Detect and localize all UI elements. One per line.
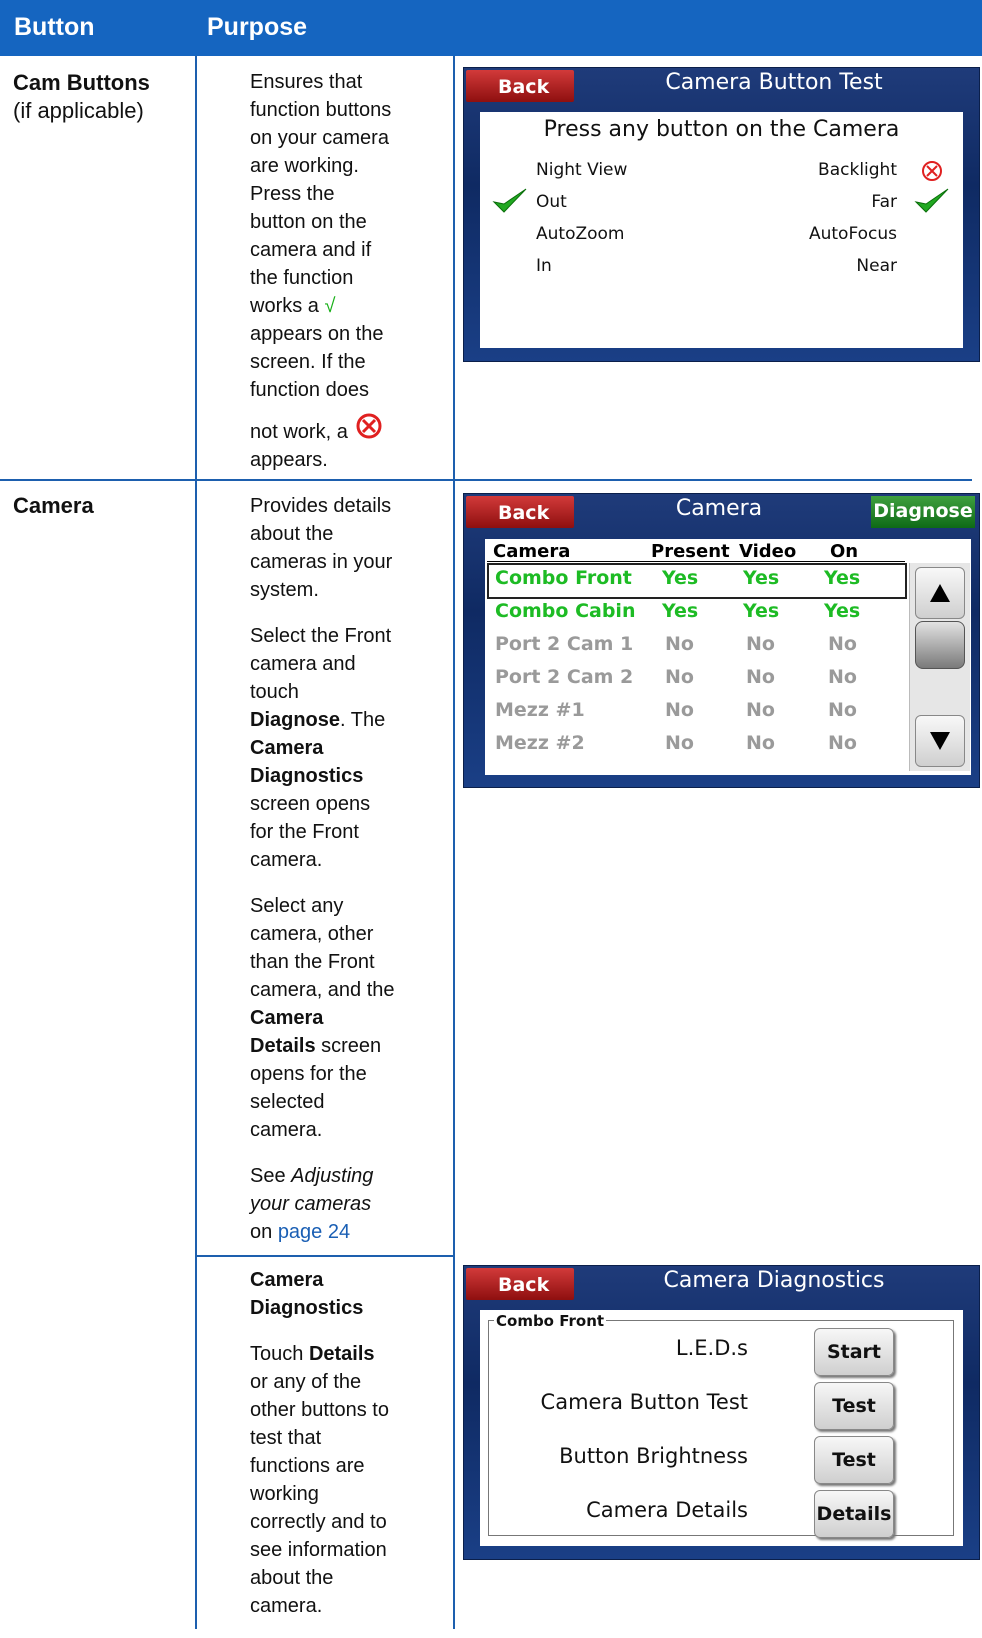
item-label: Camera Button Test: [540, 1390, 748, 1414]
screen-title: Camera: [675, 496, 763, 521]
camera-diagnostics-screen: Back Camera Diagnostics Combo Front L.E.…: [463, 1265, 980, 1560]
line: not work, a: [250, 412, 450, 446]
camera-button-test-screen: Back Camera Button Test Press any button…: [463, 67, 980, 362]
line: function does: [250, 379, 369, 401]
camera-list-screen: Back Camera Diagnose Camera Present Vide…: [463, 493, 980, 788]
button-test-panel: Press any button on the Camera Night Vie…: [480, 112, 963, 348]
col-camera: Camera: [493, 541, 571, 562]
line: Ensures that: [250, 71, 363, 93]
button-brightness-test-button[interactable]: Test: [814, 1436, 894, 1484]
item-backlight: Backlight: [818, 160, 897, 180]
line: screen. If the: [250, 351, 366, 373]
line: Provides details: [250, 495, 392, 517]
line: appears.: [250, 449, 328, 471]
item-autozoom: AutoZoom: [536, 224, 625, 244]
line: camera and if: [250, 239, 372, 261]
col-present: Present: [651, 541, 730, 562]
row1-purpose: Ensures that function buttons on your ca…: [250, 68, 450, 474]
line: about the: [250, 523, 334, 545]
back-button[interactable]: Back: [466, 70, 574, 102]
arrow-down-icon: [930, 732, 950, 750]
diagnostics-title: Camera: [250, 1269, 324, 1291]
camera-button-test-button[interactable]: Test: [814, 1382, 894, 1430]
camera-label: Camera: [13, 493, 94, 518]
line: button on the: [250, 211, 367, 233]
item-out: Out: [536, 192, 567, 212]
line: are working.: [250, 155, 359, 177]
header-purpose: Purpose: [207, 13, 308, 41]
right-items: Backlight Far AutoFocus Near: [809, 154, 897, 282]
group-label: Combo Front: [494, 1312, 607, 1330]
cam-buttons-label: Cam Buttons: [13, 70, 150, 95]
item-autofocus: AutoFocus: [808, 224, 897, 244]
screen-title: Camera Diagnostics: [663, 1268, 885, 1293]
line: function buttons: [250, 99, 392, 121]
col-video: Video: [739, 541, 797, 562]
line: appears on the: [250, 323, 384, 345]
diagnose-button[interactable]: Diagnose: [871, 496, 975, 528]
header-rule: [487, 561, 905, 562]
col-on: On: [830, 541, 859, 562]
item-label: Button Brightness: [559, 1444, 748, 1468]
back-button[interactable]: Back: [466, 1268, 574, 1300]
item-label: Camera Details: [586, 1498, 748, 1522]
scroll-up-button[interactable]: [915, 567, 965, 619]
fail-x-icon: [922, 161, 942, 181]
screen-title: Camera Button Test: [665, 70, 883, 95]
scroll-down-button[interactable]: [915, 715, 965, 767]
arrow-up-icon: [930, 584, 950, 602]
line: cameras in your: [250, 551, 393, 573]
line: on your camera: [250, 127, 389, 149]
item-label: L.E.D.s: [675, 1336, 748, 1360]
scroll-thumb[interactable]: [915, 621, 965, 669]
header-button: Button: [14, 13, 95, 41]
row1-button-cell: Cam Buttons (if applicable): [13, 69, 188, 125]
back-button[interactable]: Back: [466, 496, 574, 528]
item-night-view: Night View: [536, 160, 628, 180]
column-divider-1: [195, 56, 197, 1629]
item-in: In: [536, 256, 552, 276]
diagnostics-panel: Combo Front L.E.D.s Start Camera Button …: [480, 1310, 963, 1546]
row3-purpose: Camera Diagnostics Touch Details or any …: [250, 1269, 389, 1617]
details-button[interactable]: Details: [814, 1490, 894, 1538]
check-icon: [914, 188, 949, 213]
column-divider-2: [453, 56, 455, 1629]
fail-x-icon: [356, 413, 382, 439]
line: system.: [250, 579, 319, 601]
item-near: Near: [856, 256, 897, 276]
table-header: Button Purpose: [0, 0, 982, 56]
row-divider-1: [0, 479, 972, 481]
prompt-text: Press any button on the Camera: [543, 117, 900, 142]
cam-buttons-note: (if applicable): [13, 98, 144, 123]
check-glyph: √: [324, 295, 336, 317]
scrollbar[interactable]: [909, 563, 970, 771]
check-icon: [492, 188, 527, 213]
start-button[interactable]: Start: [814, 1328, 894, 1376]
line: the function: [250, 267, 354, 289]
camera-table: Camera Present Video On Combo Front Yes …: [485, 539, 971, 775]
line: Press the: [250, 183, 335, 205]
row2-purpose: Provides details about the cameras in yo…: [250, 495, 395, 1243]
line: works a √: [250, 295, 336, 317]
page-24-link[interactable]: page 24: [278, 1221, 350, 1243]
item-far: Far: [871, 192, 897, 212]
left-items: Night View Out AutoZoom In: [536, 154, 627, 282]
